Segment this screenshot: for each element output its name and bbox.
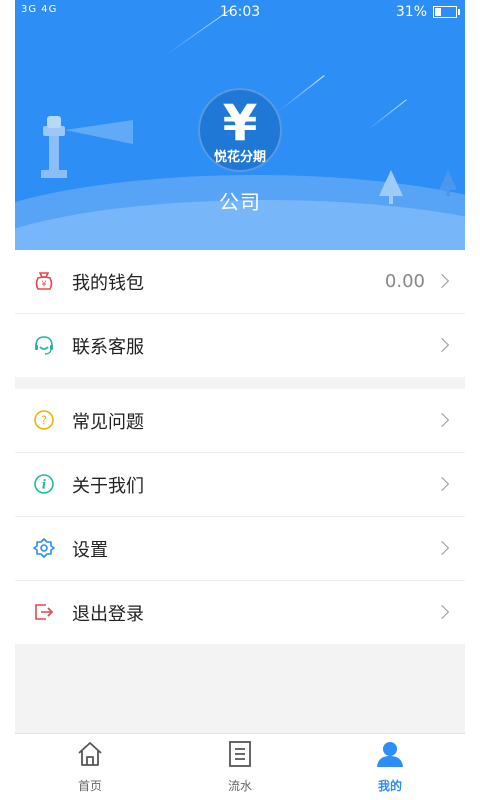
- chevron-right-icon: [434, 604, 450, 620]
- svg-text:?: ?: [41, 414, 47, 428]
- svg-text:i: i: [42, 478, 47, 492]
- wallet-icon: ¥: [35, 272, 53, 290]
- info-icon: i: [34, 474, 54, 494]
- tab-home[interactable]: 首页: [15, 734, 165, 800]
- menu-item-logout[interactable]: 退出登录: [15, 581, 465, 644]
- battery-icon: [433, 6, 460, 18]
- lighthouse-icon: [41, 116, 133, 178]
- menu-group-wallet: ¥ 我的钱包 0.00 联系客服: [15, 250, 465, 377]
- menu-item-wallet[interactable]: ¥ 我的钱包 0.00: [15, 250, 465, 314]
- menu-item-faq[interactable]: ? 常见问题: [15, 389, 465, 453]
- gear-icon: [33, 538, 55, 558]
- logout-icon: [35, 604, 54, 620]
- company-name: 公司: [219, 190, 261, 214]
- list-icon: [229, 741, 251, 767]
- chevron-right-icon: [434, 476, 450, 492]
- home-icon: [78, 742, 102, 766]
- wallet-balance: 0.00: [384, 271, 425, 292]
- menu-item-about[interactable]: i 关于我们: [15, 453, 465, 517]
- screen: 3G 4G 16:03 31% ¥ 悦花分期 公司 ¥ 我的钱包 0.00 联系…: [15, 0, 465, 800]
- logo-text: 悦花分期: [213, 150, 266, 165]
- menu-label: 我的钱包: [72, 272, 144, 294]
- chevron-right-icon: [434, 337, 450, 353]
- bottom-tab-bar: 首页 流水 我的: [15, 733, 465, 800]
- profile-header: 3G 4G 16:03 31% ¥ 悦花分期 公司: [15, 0, 465, 250]
- menu-label: 退出登录: [72, 603, 144, 625]
- svg-text:¥: ¥: [41, 280, 46, 289]
- battery-percent: 31%: [395, 4, 427, 20]
- menu-item-customer-service[interactable]: 联系客服: [15, 314, 465, 377]
- tab-mine[interactable]: 我的: [315, 734, 465, 800]
- tab-transactions[interactable]: 流水: [165, 734, 315, 800]
- tab-label: 我的: [377, 779, 402, 793]
- chevron-right-icon: [434, 540, 450, 556]
- menu-label: 关于我们: [72, 475, 144, 497]
- logo-symbol: ¥: [222, 94, 258, 152]
- menu-label: 常见问题: [72, 411, 144, 433]
- tab-label: 首页: [77, 779, 102, 793]
- customer-service-icon: [35, 336, 53, 355]
- user-icon: [377, 742, 403, 767]
- menu-group-general: ? 常见问题 i 关于我们 设置 退出登录: [15, 389, 465, 644]
- decor-streak: [366, 99, 407, 131]
- battery-indicator: 31%: [395, 4, 460, 20]
- menu-label: 设置: [72, 539, 108, 561]
- avatar[interactable]: ¥ 悦花分期: [198, 88, 282, 172]
- status-bar: 3G 4G 16:03 31%: [15, 0, 465, 24]
- question-icon: ?: [34, 410, 54, 430]
- chevron-right-icon: [434, 273, 450, 289]
- menu-item-settings[interactable]: 设置: [15, 517, 465, 581]
- menu-label: 联系客服: [72, 336, 144, 358]
- tab-label: 流水: [227, 779, 252, 793]
- decor-streak: [276, 75, 325, 113]
- chevron-right-icon: [434, 412, 450, 428]
